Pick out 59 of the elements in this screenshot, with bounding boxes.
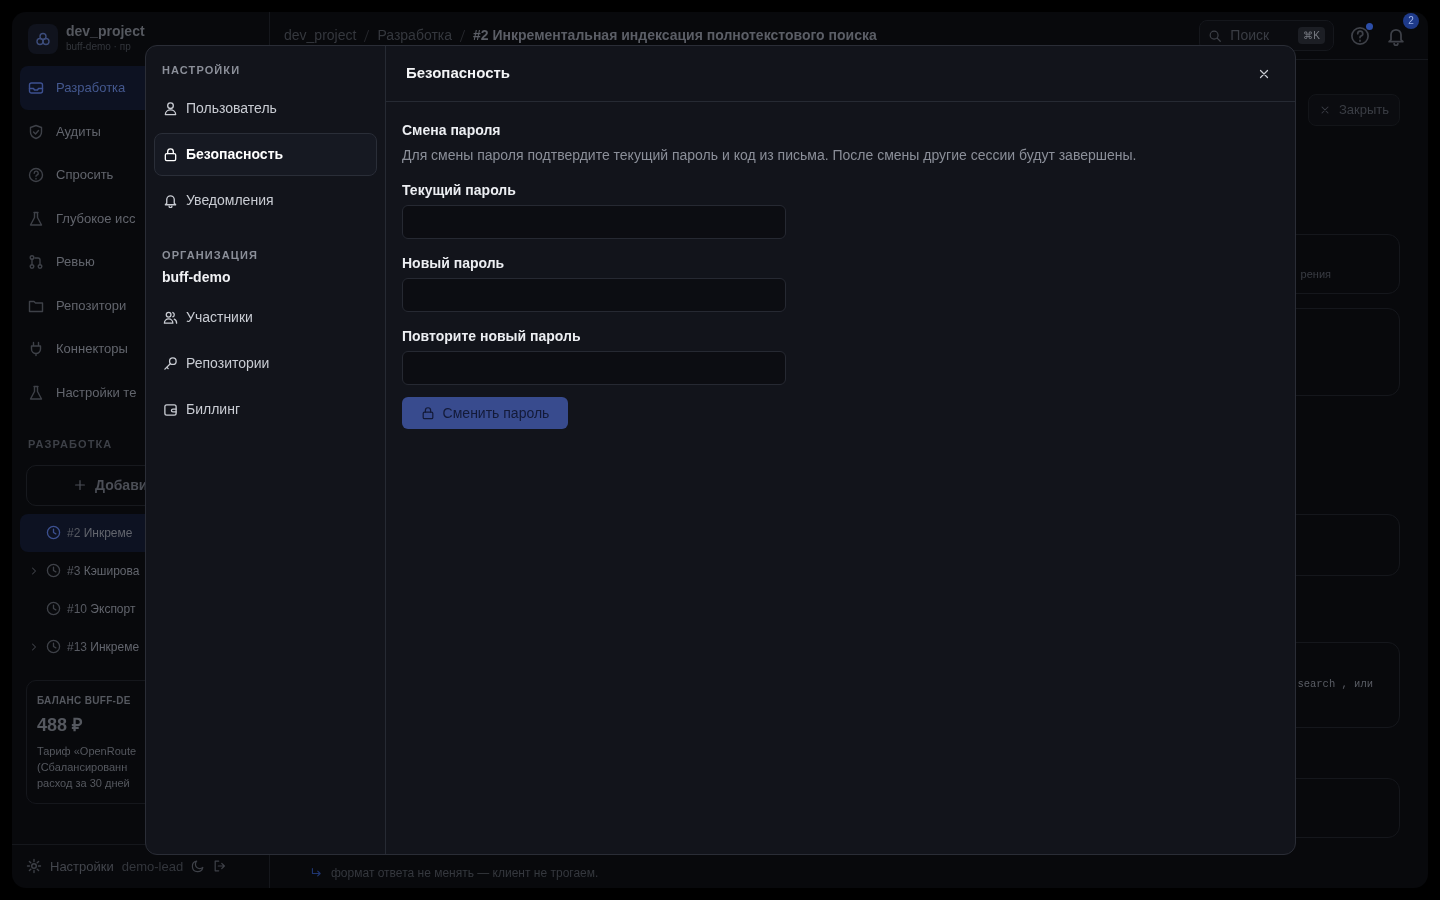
clock-icon [46,525,61,541]
settings-nav-item[interactable]: Репозитории [154,342,377,385]
breadcrumb-current: #2 Инкрементальная индексация полнотекстового поиска [473,26,877,45]
password-field[interactable] [402,351,786,385]
section-label: НАСТРОЙКИ [161,63,242,78]
section-label: РАЗРАБОТКА [27,437,114,453]
help-icon [1350,25,1370,46]
field-label: Новый пароль [402,254,506,273]
inbox-icon [28,80,44,97]
help-icon [28,167,44,184]
search-icon [1208,28,1223,43]
key-icon [163,356,178,371]
notification-count: 2 [1403,12,1419,29]
users-icon [163,310,178,325]
balance-text: расход за 30 дней [37,775,131,791]
branch-icon [28,254,44,271]
balance-text: Тариф «OpenRoute [37,743,138,759]
field-label: Повторите новый пароль [402,327,582,346]
moon-icon[interactable] [191,859,206,874]
flask-icon [28,210,44,227]
clock-icon [46,563,61,579]
plug-icon [28,341,44,358]
section-description: Для смены пароля подтвердите текущий пароль и код из письма. После смены другие сессии будут завершены. [402,146,1138,165]
password-field[interactable] [402,278,786,312]
clock-icon [46,601,61,617]
settings-icon [26,858,42,875]
help-button[interactable] [1350,25,1370,46]
lock-icon [163,146,178,162]
project-name: dev_project [66,24,145,40]
reply-arrow-icon [310,866,323,880]
flask-icon [28,384,44,401]
card-text: search , или [1297,676,1373,692]
settings-nav-item[interactable]: Уведомления [154,178,377,222]
logout-icon[interactable] [213,859,228,874]
task-item[interactable]: #13 Инкреме [20,627,261,666]
balance-text: (Сбалансированн [37,759,129,775]
task-item[interactable]: #3 Кэширова [20,551,261,590]
plus-icon [73,478,87,493]
balance-label: БАЛАНС BUFF-DE [37,693,132,708]
settings-nav-item[interactable]: Биллинг [154,388,377,431]
task-item[interactable]: #10 Экспорт [20,589,261,628]
organization-name: buff-demo [161,268,232,287]
dialog-title: Безопасность [406,63,511,84]
shield-icon [28,123,44,140]
settings-link[interactable]: Настройки [26,856,114,876]
settings-nav-item[interactable]: Безопасность [154,132,377,176]
logo-icon [35,31,51,48]
bell-icon [163,192,178,208]
wallet-icon [163,402,178,417]
field-label: Текущий пароль [402,181,517,200]
balance-amount: 488 ₽ [37,713,84,737]
user-icon [163,100,178,116]
lock-icon [420,406,435,420]
section-label: ОРГАНИЗАЦИЯ [161,247,259,263]
settings-nav-item[interactable]: Участники [154,296,377,339]
clock-icon [46,639,61,655]
password-field[interactable] [402,205,786,239]
shortcut-badge: ⌘K [1298,27,1325,44]
section-title: Смена пароля [402,121,502,140]
